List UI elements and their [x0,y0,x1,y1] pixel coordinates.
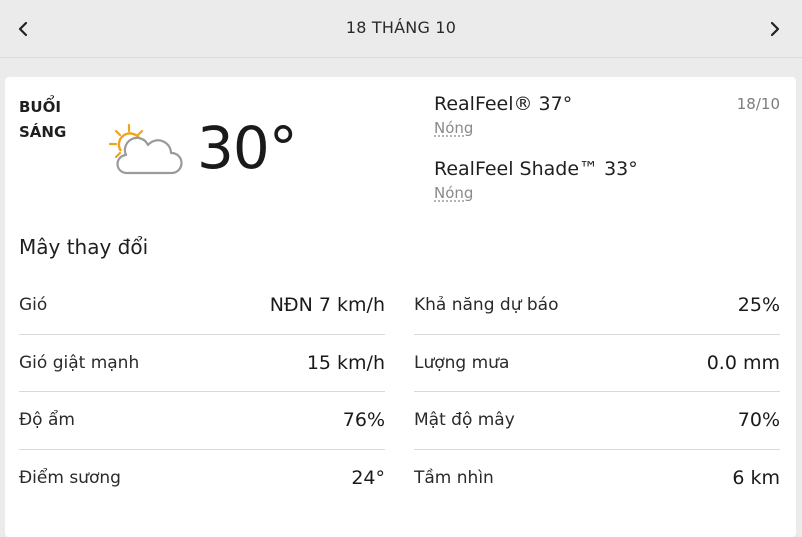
partly-sunny-icon [109,123,183,175]
date-navigation-bar: 18 THÁNG 10 [0,0,802,58]
detail-value: 76% [342,409,385,432]
details-right-column: Khả năng dự báo 25% Lượng mưa 0.0 mm Mật… [414,277,780,507]
detail-label: Gió [19,295,48,316]
details-left-column: Gió NĐN 7 km/h Gió giật mạnh 15 km/h Độ … [19,277,385,507]
forecast-date: 18/10 [736,95,780,113]
period-label-line-2: SÁNG [19,123,67,141]
detail-label: Mật độ mây [414,410,515,431]
detail-value: 0.0 mm [706,351,780,374]
detail-row-visibility: Tầm nhìn 6 km [414,450,780,508]
detail-label: Lượng mưa [414,352,510,373]
date-title: 18 THÁNG 10 [345,18,457,37]
detail-value: 6 km [732,467,780,490]
detail-value: NĐN 7 km/h [269,294,385,317]
detail-row-cloud-cover: Mật độ mây 70% [414,392,780,450]
period-label: BUỔI SÁNG [19,95,66,145]
detail-value: 24° [351,467,385,490]
detail-row-humidity: Độ ẩm 76% [19,392,385,450]
next-day-button[interactable] [760,14,790,44]
realfeel-shade-value: RealFeel Shade™ 33° [434,158,638,180]
period-label-line-1: BUỔI [19,98,61,116]
realfeel-shade-block: RealFeel Shade™ 33° Nóng [434,156,638,204]
detail-row-dew-point: Điểm sương 24° [19,450,385,508]
realfeel-shade-description[interactable]: Nóng [434,182,638,204]
forecast-card: BUỔI SÁNG 30° RealFeel® 37° Nóng RealFee… [5,77,796,537]
detail-row-wind-gusts: Gió giật mạnh 15 km/h [19,335,385,392]
realfeel-block: RealFeel® 37° Nóng [434,91,572,139]
detail-label: Khả năng dự báo [414,295,559,316]
detail-value: 15 km/h [306,351,385,374]
weather-phrase: Mây thay đổi [19,235,149,259]
detail-label: Điểm sương [19,468,121,489]
detail-label: Tầm nhìn [414,468,494,489]
detail-label: Gió giật mạnh [19,352,140,373]
realfeel-description[interactable]: Nóng [434,117,572,139]
detail-value: 70% [737,409,780,432]
detail-label: Độ ẩm [19,410,75,431]
detail-value: 25% [737,294,780,317]
detail-row-precipitation: Lượng mưa 0.0 mm [414,335,780,392]
realfeel-value: RealFeel® 37° [434,93,573,115]
current-temperature: 30° [197,114,298,182]
detail-row-precip-probability: Khả năng dự báo 25% [414,277,780,335]
detail-row-wind: Gió NĐN 7 km/h [19,277,385,335]
chevron-right-icon [770,21,780,37]
